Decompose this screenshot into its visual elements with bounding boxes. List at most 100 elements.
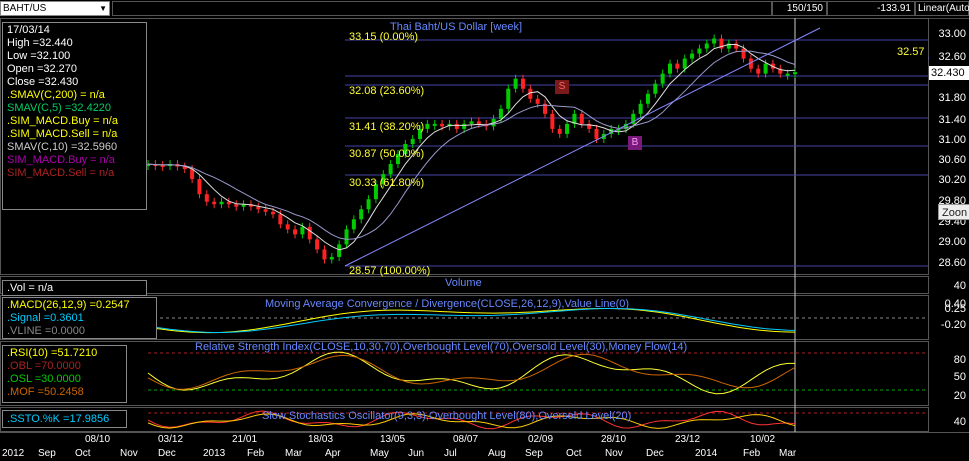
info-low: Low =32.100 (7, 50, 71, 62)
date-axis-label: 23/12 (675, 434, 701, 445)
candle-body (234, 204, 239, 207)
bar-count-readout: 150/150 (772, 1, 827, 16)
fib-label-618: 30.33 (61.80%) (349, 177, 425, 189)
candle-body (204, 194, 209, 202)
candle-body (557, 128, 562, 134)
info-sim-macd-sell-2: SIM_MACD.Sell = n/a (7, 167, 115, 179)
rsi-osl-value: .OSL =30.0000 (7, 373, 81, 385)
buy-signal-marker[interactable]: B (628, 136, 642, 150)
candle-body (315, 239, 320, 250)
price-axis-label: 31.00 (938, 134, 966, 146)
info-close: Close =32.430 (7, 76, 79, 88)
date-axis-label: 21/01 (232, 434, 258, 445)
fib-label-100: 28.57 (100.00%) (349, 265, 431, 277)
macd-vline-value: .VLINE =0.0000 (7, 325, 85, 337)
symbol-value: BAHT/US (3, 3, 47, 14)
candle-body (763, 63, 768, 74)
price-line-tag: 32.57 (897, 46, 925, 58)
date-axis-label: 10/02 (750, 434, 776, 445)
macd-info-panel: .MACD(26,12,9) =0.2547 .Signal =0.3601 .… (2, 297, 157, 339)
candle-body (300, 226, 305, 235)
candle-body (756, 68, 761, 74)
month-axis-label: May (370, 448, 389, 459)
month-axis-label: Oct (75, 448, 91, 459)
zoom-button[interactable]: Zoon (938, 204, 969, 220)
volume-info: .Vol = n/a (7, 282, 54, 294)
info-open: Open =32.270 (7, 63, 78, 75)
macd-axis-label: 0.25 (944, 303, 966, 315)
date-axis-label: 03/12 (158, 434, 184, 445)
rsi-panel-title: Relative Strength Index(CLOSE,10,30,70),… (195, 341, 688, 353)
price-candles (146, 34, 797, 264)
trendline-guide (345, 260, 928, 276)
candle-body (579, 113, 584, 124)
ssto-panel-title: Slow Stochastics Oscillator(9,3,3),Overb… (262, 410, 632, 422)
price-axis-label: 28.60 (938, 257, 966, 269)
chevron-down-icon[interactable]: ▼ (99, 2, 107, 15)
candle-body (513, 78, 518, 89)
candle-body (359, 209, 364, 220)
candle-body (425, 123, 430, 129)
ssto-value: .SSTO.%K =17.9856 (7, 413, 110, 425)
price-axis-label: 31.80 (938, 92, 966, 104)
candle-body (785, 73, 790, 76)
candle-body (351, 219, 356, 230)
ssto-axis-label: 40 (953, 416, 966, 428)
month-axis-label: Feb (247, 448, 265, 459)
candle-body (432, 123, 437, 126)
month-axis-label: 2014 (695, 448, 718, 459)
candle-body (454, 123, 459, 129)
symbol-select[interactable]: BAHT/US ▼ (0, 1, 110, 16)
month-axis-label: Feb (743, 448, 761, 459)
month-axis-label: Sep (525, 448, 543, 459)
month-axis-label: Mar (285, 448, 303, 459)
candle-body (263, 209, 268, 212)
rsi-axis-label: 50 (953, 371, 966, 383)
rsi-axis-label: 20 (953, 390, 966, 402)
candle-body (410, 138, 415, 144)
moving-average-line (147, 50, 796, 240)
month-axis-label: 2012 (2, 448, 25, 459)
volume-panel-title: Volume (445, 277, 482, 289)
date-axis-label: 08/10 (85, 434, 111, 445)
fib-label-382: 31.41 (38.20%) (349, 121, 425, 133)
candle-body (270, 211, 275, 215)
info-sim-macd-buy-2: SIM_MACD.Buy = n/a (7, 154, 115, 166)
ssto-info-panel: .SSTO.%K =17.9856 (2, 410, 127, 428)
candle-body (535, 98, 540, 104)
date-axis-label: 02/09 (528, 434, 554, 445)
date-axis-label: 28/10 (601, 434, 627, 445)
candle-body (366, 199, 371, 210)
scale-mode-select[interactable]: Linear(Auto (915, 1, 969, 16)
candle-body (344, 229, 349, 245)
candle-body (256, 206, 261, 210)
month-axis-label: Aug (488, 448, 506, 459)
candle-body (469, 121, 474, 124)
month-axis-label: Nov (120, 448, 138, 459)
info-date: 17/03/14 (7, 24, 50, 36)
fib-label-0: 33.15 (0.00%) (349, 31, 419, 43)
candle-body (285, 224, 290, 230)
macd-value: .MACD(26,12,9) =0.2547 (7, 299, 130, 311)
candle-body (219, 201, 224, 205)
candle-body (741, 48, 746, 59)
candle-body (476, 121, 481, 124)
candle-body (675, 63, 680, 69)
info-smav10: SMAV(C,10) =32.5960 (7, 141, 118, 153)
price-axis-label: 30.60 (938, 154, 966, 166)
rsi-mof-value: .MOF =50.2458 (7, 386, 84, 398)
candle-body (337, 244, 342, 257)
candle-body (682, 58, 687, 69)
month-axis-label: 2013 (203, 448, 226, 459)
month-axis-label: Jun (408, 448, 425, 459)
sell-signal-marker[interactable]: S (555, 80, 569, 94)
candle-body (307, 226, 312, 240)
candle-body (645, 93, 650, 104)
info-smav5: SMAV(C,5) =32.4220 (7, 102, 112, 114)
date-axis-label: 13/05 (380, 434, 406, 445)
month-axis-label: Dec (158, 448, 176, 459)
candle-body (462, 123, 467, 129)
month-axis-label: Sep (38, 448, 56, 459)
candle-body (565, 123, 570, 134)
candle-body (697, 48, 702, 54)
